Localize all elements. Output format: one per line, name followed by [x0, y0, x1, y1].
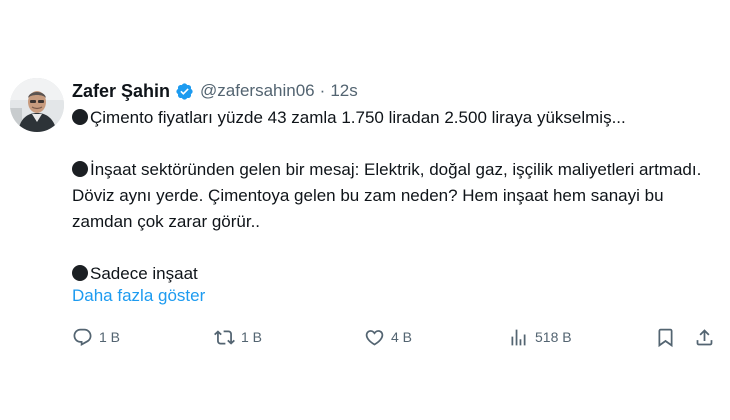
- views-count: 518 B: [535, 329, 572, 345]
- tweet-paragraph: Çimento fiyatları yüzde 43 zamla 1.750 l…: [72, 105, 722, 131]
- reply-button[interactable]: 1 B: [72, 324, 120, 350]
- tweet-header: Zafer Şahin @zafersahin06 · 12s: [72, 79, 358, 103]
- reply-count: 1 B: [99, 329, 121, 345]
- like-button[interactable]: 4 B: [364, 324, 412, 350]
- reply-icon: [72, 327, 93, 348]
- views-button[interactable]: 518 B: [508, 324, 572, 350]
- heart-icon: [364, 327, 385, 348]
- tweet-card: Zafer Şahin @zafersahin06 · 12s Çimento …: [0, 0, 730, 420]
- black-circle-icon: [72, 161, 88, 177]
- views-chart-icon: [508, 327, 529, 348]
- share-icon: [694, 327, 715, 348]
- retweet-icon: [214, 327, 235, 348]
- tweet-paragraph-text: İnşaat sektöründen gelen bir mesaj: Elek…: [72, 160, 702, 231]
- tweet-actions-bar: 1 B 1 B 4 B 518 B: [72, 324, 720, 350]
- like-count: 4 B: [391, 329, 413, 345]
- meta-separator: ·: [319, 81, 326, 100]
- share-button[interactable]: [694, 324, 715, 350]
- show-more-link[interactable]: Daha fazla göster: [72, 284, 205, 308]
- tweet-paragraph: İnşaat sektöründen gelen bir mesaj: Elek…: [72, 157, 722, 235]
- author-handle[interactable]: @zafersahin06: [200, 80, 315, 102]
- tweet-time[interactable]: 12s: [330, 80, 357, 102]
- avatar-photo: [10, 78, 64, 132]
- author-name[interactable]: Zafer Şahin: [72, 80, 170, 102]
- bookmark-icon: [655, 327, 676, 348]
- verified-badge-icon[interactable]: [175, 82, 194, 101]
- tweet-paragraph-text: Çimento fiyatları yüzde 43 zamla 1.750 l…: [90, 108, 626, 127]
- black-circle-icon: [72, 109, 88, 125]
- tweet-text: Çimento fiyatları yüzde 43 zamla 1.750 l…: [72, 105, 722, 287]
- retweet-button[interactable]: 1 B: [214, 324, 262, 350]
- black-circle-icon: [72, 265, 88, 281]
- tweet-paragraph-text: Sadece inşaat: [90, 264, 198, 283]
- bookmark-button[interactable]: [655, 324, 676, 350]
- retweet-count: 1 B: [241, 329, 263, 345]
- avatar[interactable]: [10, 78, 64, 132]
